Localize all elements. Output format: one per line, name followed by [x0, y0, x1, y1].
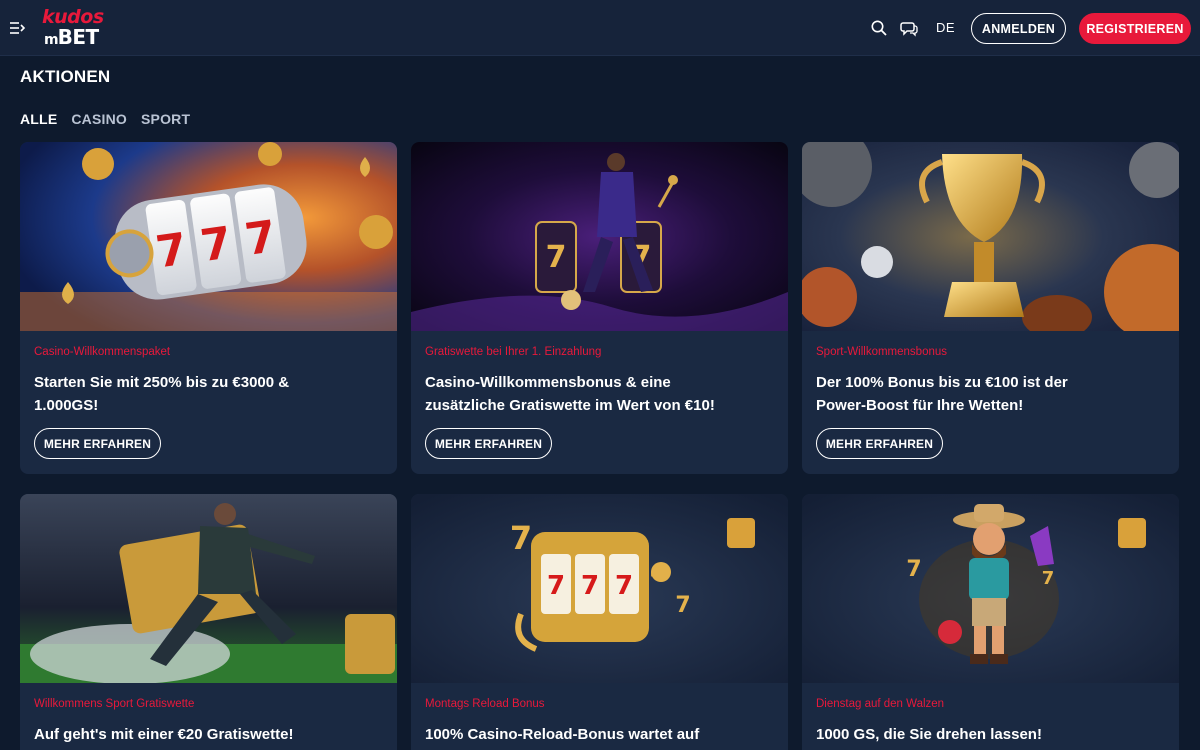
language-selector[interactable]: DE	[936, 20, 955, 35]
trophy-image	[802, 142, 1179, 331]
promotion-title: Auf geht's mit einer €20 Gratiswette!	[34, 726, 294, 743]
promotion-category: Gratiswette bei Ihrer 1. Einzahlung	[425, 346, 602, 358]
promotion-category: Casino-Willkommenspaket	[34, 346, 171, 358]
svg-text:7: 7	[547, 571, 565, 601]
svg-text:7: 7	[1042, 568, 1055, 589]
search-icon[interactable]	[870, 19, 888, 37]
logo-bet-text: BET	[57, 25, 100, 49]
promotion-title: Der 100% Bonus bis zu €100 ist der Power…	[816, 374, 1068, 414]
kudosbet-logo[interactable]: kudos mBET	[42, 8, 112, 50]
register-button[interactable]: REGISTRIEREN	[1079, 13, 1191, 44]
promotion-card[interactable]: 7 7 7 Casino-Willkommenspaket Starten Si…	[20, 142, 397, 474]
promotion-category: Montags Reload Bonus	[425, 698, 545, 710]
filter-tab-sport[interactable]: SPORT	[141, 111, 190, 127]
cowboy-character-image: 7 7	[802, 494, 1179, 683]
promotion-category: Sport-Willkommensbonus	[816, 346, 948, 358]
golden-slot-machine-image: 7 7 7 7 7	[411, 494, 788, 683]
promotion-category: Willkommens Sport Gratiswette	[34, 698, 195, 710]
football-player-image: 7 7	[411, 142, 788, 331]
learn-more-button[interactable]: MEHR ERFAHREN	[34, 428, 161, 459]
learn-more-button[interactable]: MEHR ERFAHREN	[425, 428, 552, 459]
promotion-card[interactable]: Willkommens Sport Gratiswette Auf geht's…	[20, 494, 397, 750]
svg-text:7: 7	[581, 571, 599, 601]
promotion-title: Casino-Willkommensbonus & eine zusätzlic…	[425, 374, 715, 414]
top-navigation-bar: kudos mBET DE ANMELDEN REGISTRIEREN	[0, 0, 1200, 56]
learn-more-button[interactable]: MEHR ERFAHREN	[816, 428, 943, 459]
page-title: AKTIONEN	[20, 67, 111, 86]
filter-tab-casino[interactable]: CASINO	[71, 111, 127, 127]
svg-text:7: 7	[546, 240, 567, 275]
promotion-title: 1000 GS, die Sie drehen lassen!	[816, 726, 1042, 743]
filter-tab-all[interactable]: ALLE	[20, 111, 57, 127]
football-ticket-image	[20, 494, 397, 683]
slot-reel-image: 7 7 7	[20, 142, 397, 331]
chat-icon[interactable]	[900, 19, 918, 37]
svg-text:7: 7	[675, 593, 690, 618]
logo-wordmark-bottom: mBET	[44, 27, 99, 50]
logo-fist-mark: m	[44, 32, 59, 48]
menu-icon[interactable]	[9, 19, 27, 37]
promotion-filter-tabs: ALLE CASINO SPORT	[20, 111, 190, 127]
promotion-card[interactable]: 7 7 Gratiswette bei Ihrer 1. Einzahlung …	[411, 142, 788, 474]
svg-text:7: 7	[510, 519, 532, 557]
promotion-card[interactable]: 7 7 7 7 7 Montags Reload Bonus 100% Casi…	[411, 494, 788, 750]
promotion-title: 100% Casino-Reload-Bonus wartet auf Sie!	[425, 726, 700, 750]
promotion-title: Starten Sie mit 250% bis zu €3000 & 1.00…	[34, 374, 290, 414]
promotion-category: Dienstag auf den Walzen	[816, 698, 945, 710]
promotion-card[interactable]: 7 7 Dienstag auf den Walzen 1000 GS, die…	[802, 494, 1179, 750]
login-button[interactable]: ANMELDEN	[971, 13, 1066, 44]
svg-text:7: 7	[906, 557, 921, 582]
promotion-card[interactable]: Sport-Willkommensbonus Der 100% Bonus bi…	[802, 142, 1179, 474]
svg-text:7: 7	[615, 571, 633, 601]
